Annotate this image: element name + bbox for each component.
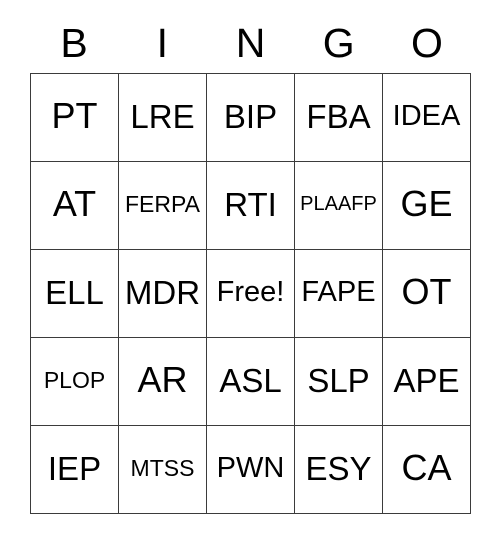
bingo-cell-label: BIP [223, 97, 278, 135]
bingo-cell[interactable]: FERPA [119, 162, 207, 250]
bingo-cell[interactable]: GE [383, 162, 471, 250]
bingo-cell-label: PLAAFP [300, 193, 377, 215]
bingo-cell-label: MDR [124, 273, 201, 311]
bingo-cell[interactable]: MTSS [119, 426, 207, 514]
bingo-cell[interactable]: ELL [31, 250, 119, 338]
bingo-cell[interactable]: FAPE [295, 250, 383, 338]
bingo-cell[interactable]: ESY [295, 426, 383, 514]
bingo-cell[interactable]: Free! [207, 250, 295, 338]
bingo-cell-label: MTSS [130, 454, 195, 481]
header-letter-b: B [30, 14, 118, 73]
bingo-cell[interactable]: BIP [207, 74, 295, 162]
bingo-cell-label: OT [401, 271, 452, 312]
bingo-cell-label: FERPA [125, 190, 200, 217]
bingo-cell-label: IDEA [392, 99, 461, 132]
bingo-cell[interactable]: MDR [119, 250, 207, 338]
bingo-cell[interactable]: IEP [31, 426, 119, 514]
bingo-cell-label: PWN [216, 451, 285, 484]
bingo-cell-label: AR [137, 359, 188, 400]
header-letter-text: O [410, 20, 443, 66]
header-letter-text: N [235, 20, 266, 66]
bingo-cell[interactable]: AT [31, 162, 119, 250]
bingo-cell[interactable]: CA [383, 426, 471, 514]
header-letter-text: B [60, 20, 88, 66]
bingo-cell[interactable]: ASL [207, 338, 295, 426]
header-letter-text: G [322, 20, 355, 66]
bingo-cell-label: ESY [305, 449, 372, 487]
bingo-cell[interactable]: FBA [295, 74, 383, 162]
header-letter-i: I [118, 14, 206, 73]
bingo-cell[interactable]: PLAAFP [295, 162, 383, 250]
bingo-cell[interactable]: OT [383, 250, 471, 338]
bingo-grid: PT LRE BIP FBA IDEA AT FERPA RTI PLAAFP GE ELL MDR F… [30, 73, 471, 514]
bingo-cell-label: ASL [219, 361, 282, 399]
bingo-cell[interactable]: PLOP [31, 338, 119, 426]
header-letter-o: O [383, 14, 471, 73]
header-letter-text: I [156, 20, 168, 66]
bingo-cell-label: SLP [307, 361, 370, 399]
bingo-cell-label: RTI [224, 185, 277, 223]
bingo-cell[interactable]: PWN [207, 426, 295, 514]
bingo-cell-label: Free! [216, 275, 285, 308]
bingo-cell-label: GE [400, 183, 453, 224]
bingo-cell[interactable]: PT [31, 74, 119, 162]
bingo-card: B I N G O PT LRE BIP FBA IDEA AT FERPA RTI PLAAF… [0, 0, 500, 544]
bingo-cell[interactable]: RTI [207, 162, 295, 250]
bingo-cell-label: FBA [306, 97, 371, 135]
bingo-cell[interactable]: IDEA [383, 74, 471, 162]
bingo-cell[interactable]: APE [383, 338, 471, 426]
bingo-cell-label: APE [393, 361, 460, 399]
bingo-cell-label: IEP [47, 449, 102, 487]
header-letter-g: G [295, 14, 383, 73]
bingo-cell-label: PT [51, 95, 98, 136]
bingo-cell-label: PLOP [43, 366, 106, 393]
bingo-cell-label: FAPE [301, 275, 376, 308]
header-letter-n: N [206, 14, 294, 73]
bingo-cell[interactable]: SLP [295, 338, 383, 426]
bingo-cell[interactable]: AR [119, 338, 207, 426]
bingo-cell-label: ELL [45, 273, 104, 311]
bingo-cell-label: CA [401, 447, 452, 488]
bingo-cell[interactable]: LRE [119, 74, 207, 162]
bingo-cell-label: AT [52, 183, 97, 224]
bingo-header: B I N G O [30, 14, 471, 73]
bingo-cell-label: LRE [130, 97, 195, 135]
